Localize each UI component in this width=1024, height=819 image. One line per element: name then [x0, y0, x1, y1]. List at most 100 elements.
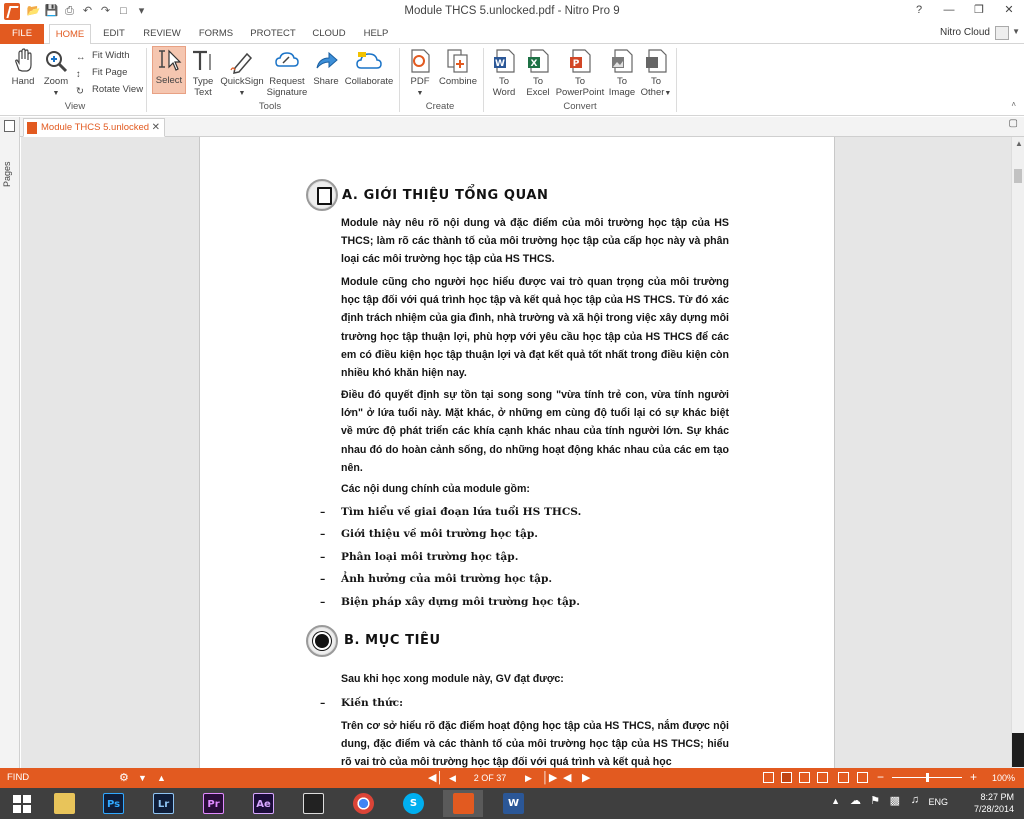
settings-icon[interactable]: ⚙	[119, 771, 129, 785]
select-label: Select	[155, 75, 183, 86]
tray-expand-icon[interactable]: ▲	[831, 796, 840, 806]
tab-edit[interactable]: EDIT	[96, 24, 132, 44]
scroll-thumb[interactable]	[1014, 169, 1022, 183]
taskbar-premiere[interactable]: Pr	[193, 790, 233, 817]
create-pdf-button[interactable]: PDF ▼	[403, 48, 437, 100]
svg-text:P: P	[573, 59, 580, 69]
input-language[interactable]: ENG	[928, 797, 948, 807]
combine-button[interactable]: Combine	[437, 48, 479, 100]
taskbar-file-explorer[interactable]	[44, 790, 84, 817]
taskbar-after-effects[interactable]: Ae	[243, 790, 283, 817]
scroll-up-icon[interactable]: ▲	[1015, 139, 1023, 148]
facing-continuous-view-icon[interactable]	[817, 772, 828, 783]
taskbar-chrome[interactable]	[343, 790, 383, 817]
to-powerpoint-button[interactable]: P To PowerPoint	[555, 48, 605, 100]
zoom-out-icon[interactable]: −	[877, 770, 884, 784]
type-text-button[interactable]: Type Text	[188, 48, 218, 100]
tab-home[interactable]: HOME	[49, 24, 91, 45]
restore-icon[interactable]: ❐	[964, 0, 994, 22]
zoom-in-icon[interactable]: +	[970, 770, 977, 784]
to-other-button[interactable]: To Other▼	[639, 48, 673, 100]
group-separator	[483, 48, 484, 112]
volume-icon[interactable]: ♫	[911, 794, 919, 806]
excel-file-icon: X	[528, 49, 549, 73]
signature-cloud-icon	[275, 52, 299, 67]
cloud-tray-icon[interactable]: ☁	[850, 794, 861, 807]
collaborate-button[interactable]: Collaborate	[343, 48, 395, 100]
chevron-down-icon[interactable]: ▼	[1012, 27, 1020, 36]
taskbar-lightroom[interactable]: Lr	[143, 790, 183, 817]
single-page-view-icon[interactable]	[763, 772, 774, 783]
share-icon	[316, 51, 338, 69]
flag-icon[interactable]: ⚑	[870, 794, 880, 807]
collapse-ribbon-icon[interactable]: ˄	[1011, 100, 1016, 109]
fit-page-button[interactable]: ↕ Fit Page	[76, 65, 127, 81]
pdf-page: A. GIỚI THIỆU TỔNG QUAN Module này nêu r…	[199, 137, 835, 768]
taskbar-word[interactable]: W	[493, 790, 533, 817]
list-item-text: Tìm hiểu về giai đoạn lứa tuổi HS THCS.	[341, 506, 582, 518]
tab-file[interactable]: FILE	[0, 24, 44, 44]
chrome-icon	[353, 793, 374, 814]
tab-review[interactable]: REVIEW	[140, 24, 184, 44]
taskbar-media[interactable]	[293, 790, 333, 817]
fit-width-button[interactable]: ↔ Fit Width	[76, 48, 129, 64]
find-previous-icon[interactable]: ▲	[157, 771, 166, 785]
avatar[interactable]	[995, 26, 1009, 40]
tab-list-icon[interactable]: ▢	[1009, 118, 1018, 129]
paragraph-4: Các nội dung chính của module gồm:	[341, 483, 530, 495]
tab-cloud[interactable]: CLOUD	[308, 24, 350, 44]
page-thumbnail-icon[interactable]	[4, 120, 15, 132]
close-tab-icon[interactable]: ✕	[152, 119, 160, 136]
paragraph-2: Module cũng cho người học hiểu được vai …	[341, 276, 729, 380]
select-button[interactable]: Select	[152, 46, 186, 94]
find-button[interactable]: FIND	[7, 772, 29, 783]
group-label-view: View	[64, 101, 86, 112]
help-icon[interactable]: ?	[904, 0, 934, 22]
zoom-level[interactable]: 100%	[992, 773, 1015, 783]
taskbar-photoshop[interactable]: Ps	[93, 790, 133, 817]
zoom-button[interactable]: Zoom ▼	[40, 48, 72, 100]
network-icon[interactable]: ▩	[890, 794, 900, 807]
clock[interactable]: 8:27 PM 7/28/2014	[974, 791, 1014, 815]
vertical-scrollbar[interactable]: ▲	[1011, 137, 1024, 768]
quicksign-button[interactable]: QuickSign ▼	[220, 48, 264, 100]
forward-view-icon[interactable]: ▶	[582, 771, 590, 785]
tab-forms[interactable]: FORMS	[194, 24, 238, 44]
find-next-icon[interactable]: ▼	[138, 771, 147, 785]
facing-view-icon[interactable]	[799, 772, 810, 783]
to-other-label-2: Other	[640, 87, 665, 98]
back-view-icon[interactable]: ◀	[563, 771, 571, 785]
document-tab[interactable]: Module THCS 5.unlocked ✕	[23, 118, 165, 137]
fit-view-icon[interactable]	[838, 772, 849, 783]
to-word-button[interactable]: W To Word	[487, 48, 521, 100]
rotate-view-button[interactable]: ↻ Rotate View	[76, 82, 143, 98]
continuous-view-icon[interactable]	[781, 772, 792, 783]
taskbar-skype[interactable]: S	[393, 790, 433, 817]
to-image-button[interactable]: To Image	[605, 48, 639, 100]
taskbar-nitro[interactable]	[443, 790, 483, 817]
combine-label: Combine	[438, 76, 478, 87]
zoom-slider-handle[interactable]	[926, 773, 929, 782]
group-label-create: Create	[425, 101, 455, 112]
minimize-icon[interactable]: —	[934, 0, 964, 22]
share-button[interactable]: Share	[310, 48, 342, 100]
scroll-down-area[interactable]	[1012, 733, 1024, 767]
page-indicator[interactable]: 2 OF 37	[470, 771, 510, 785]
premiere-icon: Pr	[203, 793, 224, 814]
previous-page-icon[interactable]: ◀	[449, 771, 456, 785]
start-button[interactable]	[2, 790, 42, 817]
first-page-icon[interactable]: ◀│	[428, 771, 443, 785]
close-icon[interactable]: ✕	[994, 0, 1024, 22]
to-excel-button[interactable]: X To Excel	[521, 48, 555, 100]
tab-protect[interactable]: PROTECT	[248, 24, 298, 44]
hand-button[interactable]: Hand	[6, 48, 40, 98]
request-signature-button[interactable]: Request Signature	[265, 48, 309, 100]
heading-a: A. GIỚI THIỆU TỔNG QUAN	[342, 188, 549, 203]
cloud-user-label[interactable]: Nitro Cloud	[940, 27, 990, 38]
tab-help[interactable]: HELP	[358, 24, 394, 44]
fullscreen-view-icon[interactable]	[857, 772, 868, 783]
document-view[interactable]: A. GIỚI THIỆU TỔNG QUAN Module này nêu r…	[21, 137, 1011, 768]
pages-panel-label[interactable]: Pages	[2, 137, 16, 187]
next-page-icon[interactable]: ▶	[525, 771, 532, 785]
last-page-icon[interactable]: │▶	[542, 771, 557, 785]
